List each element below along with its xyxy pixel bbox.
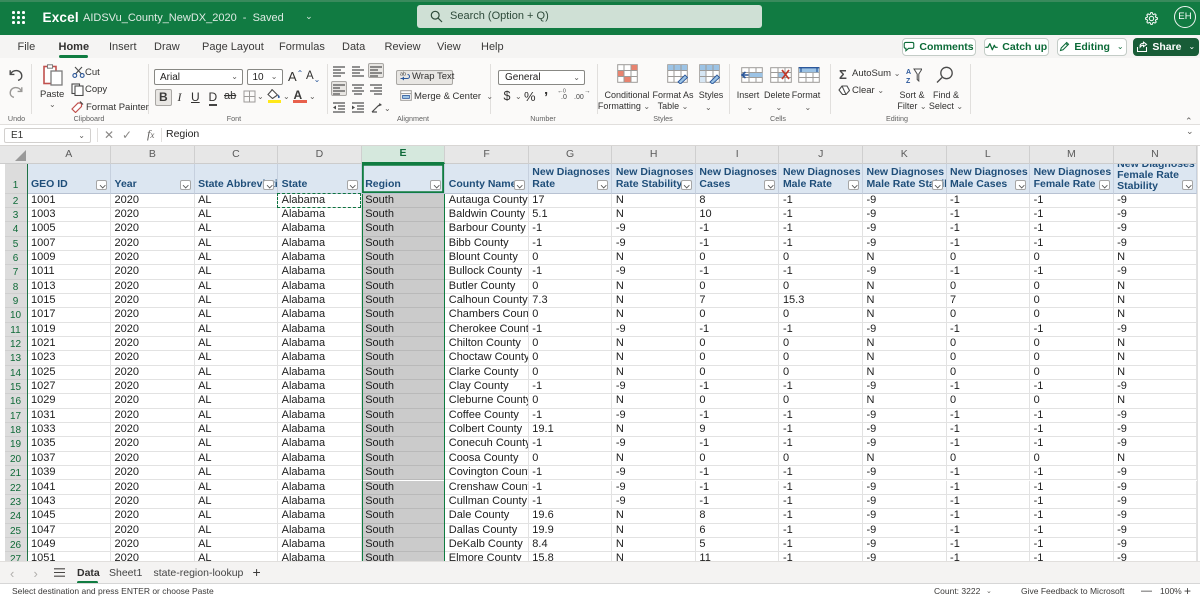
svg-text:Z: Z xyxy=(906,78,911,84)
svg-text:ab: ab xyxy=(400,71,406,77)
svg-text:0: 0 xyxy=(563,89,566,95)
svg-text:→: → xyxy=(584,88,590,95)
svg-text:A: A xyxy=(906,69,911,76)
svg-text:.0: .0 xyxy=(561,94,567,100)
svg-text:.00: .00 xyxy=(574,94,584,100)
